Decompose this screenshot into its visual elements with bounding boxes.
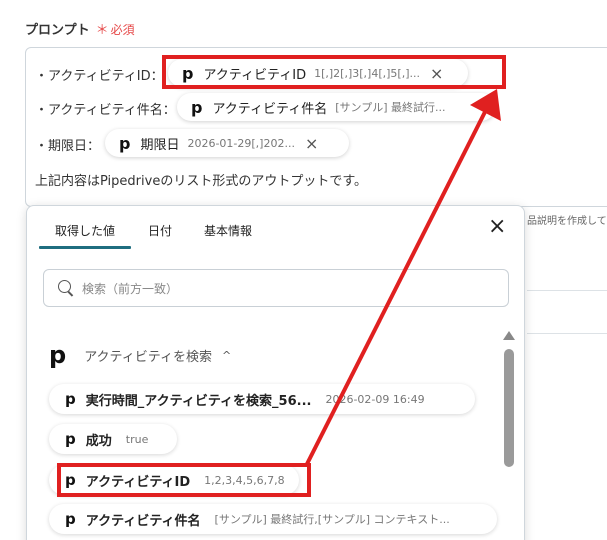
pill-value: 1[,]2[,]3[,]4[,]5[,]... [314, 66, 420, 80]
scroll-up-arrow-icon[interactable] [503, 331, 515, 340]
pill-label: アクティビティID [203, 67, 307, 83]
prompt-line-activity-id: ・アクティビティID： [35, 69, 164, 84]
scrollbar-thumb[interactable] [504, 349, 514, 467]
pipedrive-logo-icon: p [65, 471, 76, 489]
value-picker-panel: 取得した値 日付 基本情報 × 検索（前方一致） p アクティビティを検索 ^ … [26, 205, 525, 540]
pipedrive-logo-icon: p [65, 510, 76, 528]
pipedrive-logo-icon: p [65, 390, 76, 408]
list-item-success[interactable]: p 成功 true [49, 424, 177, 454]
pill-value: 2026-01-29[,]202... [187, 136, 295, 150]
required-marker: ＊必須 [95, 23, 135, 38]
tab-date[interactable]: 日付 [148, 222, 172, 239]
variable-pill-due-date[interactable]: p 期限日 2026-01-29[,]202... × [105, 129, 349, 157]
background-description-text: 品説明を作成して [527, 216, 607, 227]
tab-retrieved-values[interactable]: 取得した値 [55, 222, 115, 239]
search-icon [58, 280, 74, 296]
prompt-label-text: プロンプト [25, 23, 90, 38]
divider [527, 333, 607, 334]
item-value: [サンプル] 最終試行,[サンプル] コンテキスト... [214, 513, 450, 526]
remove-pill-close-icon[interactable]: × [430, 64, 443, 83]
prompt-line-due-date: ・期限日： [35, 139, 101, 154]
item-value: 1,2,3,4,5,6,7,8 [204, 473, 285, 487]
group-header-search-activity[interactable]: p アクティビティを検索 ^ [49, 341, 231, 369]
item-value: 2026-02-09 16:49 [325, 392, 425, 406]
divider [527, 290, 607, 291]
prompt-field-label: プロンプト ＊必須 [25, 19, 135, 38]
item-label: 実行時間_アクティビティを検索_56... [85, 393, 312, 409]
group-title: アクティビティを検索 [84, 349, 212, 365]
pill-label: 期限日 [140, 137, 180, 153]
pipedrive-logo-icon: p [65, 430, 76, 448]
prompt-sentence: 上記内容はPipedriveのリスト形式のアウトプットです。 [35, 174, 368, 189]
scrollbar[interactable] [503, 331, 515, 540]
variable-pill-activity-id[interactable]: p アクティビティID 1[,]2[,]3[,]4[,]5[,]... × [168, 59, 468, 87]
variable-pill-activity-subject[interactable]: p アクティビティ件名 [サンプル] 最終試行... [177, 93, 495, 121]
picker-tabs: 取得した値 日付 基本情報 [27, 206, 524, 250]
item-value: true [125, 432, 149, 446]
item-label: アクティビティID [85, 474, 191, 490]
list-item-activity-id[interactable]: p アクティビティID 1,2,3,4,5,6,7,8 [49, 465, 299, 495]
required-star: ＊ [95, 23, 109, 38]
close-panel-close-icon[interactable]: × [488, 216, 506, 238]
search-input[interactable]: 検索（前方一致） [43, 269, 509, 307]
tab-basic-info[interactable]: 基本情報 [204, 222, 252, 239]
required-text: 必須 [110, 23, 135, 37]
list-item-execution-time[interactable]: p 実行時間_アクティビティを検索_56... 2026-02-09 16:49 [49, 384, 475, 414]
pill-label: アクティビティ件名 [212, 101, 328, 117]
pill-value: [サンプル] 最終試行... [335, 101, 446, 114]
pipedrive-logo-icon: p [119, 133, 131, 153]
active-tab-indicator [39, 246, 131, 249]
chevron-up-icon: ^ [221, 348, 232, 362]
pipedrive-logo-icon: p [49, 341, 67, 369]
pipedrive-logo-icon: p [191, 97, 203, 117]
search-placeholder: 検索（前方一致） [82, 281, 179, 296]
remove-pill-close-icon[interactable]: × [305, 134, 318, 153]
list-item-activity-subject[interactable]: p アクティビティ件名 [サンプル] 最終試行,[サンプル] コンテキスト... [49, 504, 497, 534]
item-label: アクティビティ件名 [85, 513, 201, 529]
prompt-line-activity-subject: ・アクティビティ件名： [35, 103, 176, 118]
item-label: 成功 [85, 433, 112, 449]
pipedrive-logo-icon: p [182, 63, 194, 83]
